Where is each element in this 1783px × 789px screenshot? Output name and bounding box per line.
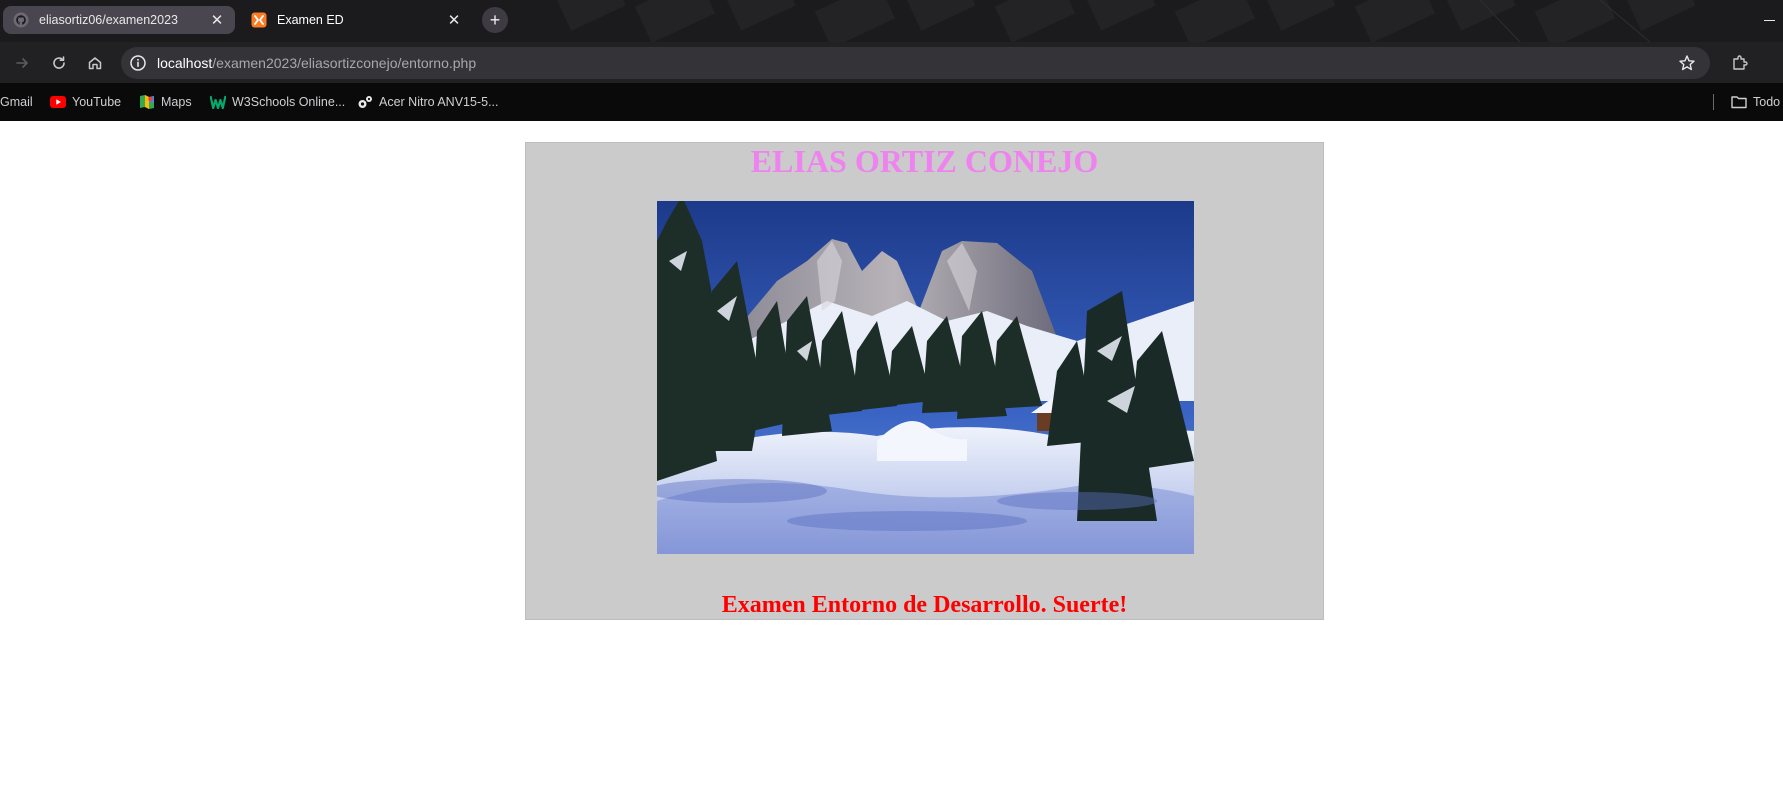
reload-icon[interactable] [46,50,72,76]
bookmark-youtube[interactable]: YouTube [50,92,121,112]
page-viewport: ELIAS ORTIZ CONEJO Examen Entorno de Des… [0,121,1783,789]
exam-message: Examen Entorno de Desarrollo. Suerte! [721,592,1128,618]
tab-github[interactable]: eliasortiz06/examen2023 ✕ [3,6,235,34]
bookmarks-bar: Gmail YouTube Maps W3Schools Online... A… [0,83,1783,121]
exam-panel: ELIAS ORTIZ CONEJO Examen Entorno de Des… [525,142,1324,620]
new-tab-button[interactable]: + [482,7,508,33]
toolbar: localhost/examen2023/eliasortizconejo/en… [0,42,1783,83]
address-bar[interactable]: localhost/examen2023/eliasortizconejo/en… [121,47,1710,79]
tab-title: Examen ED [277,13,344,27]
page-title: ELIAS ORTIZ CONEJO [750,143,1099,179]
github-icon [13,12,29,28]
home-icon[interactable] [82,50,108,76]
bookmark-label: Acer Nitro ANV15-5... [379,95,499,109]
bookmarks-divider [1713,94,1714,110]
tab-title: eliasortiz06/examen2023 [39,13,178,27]
bookmark-gmail[interactable]: Gmail [0,92,33,112]
extensions-puzzle-icon[interactable] [1727,50,1753,76]
close-icon[interactable]: ✕ [209,12,225,29]
minimize-window-button[interactable] [1759,10,1779,30]
bookmark-label: YouTube [72,95,122,109]
url-text: localhost/examen2023/eliasortizconejo/en… [157,55,477,71]
forward-arrow-icon[interactable] [9,50,35,76]
bookmark-label: Todo [1753,95,1781,109]
site-info-icon[interactable] [129,54,147,72]
xampp-icon [251,12,267,28]
bookmark-maps[interactable]: Maps [139,92,192,112]
maps-icon [139,94,155,110]
bookmark-folder-todo[interactable]: Todo [1731,92,1780,112]
youtube-icon [50,94,66,110]
bookmark-star-icon[interactable] [1678,54,1696,72]
bookmark-label: W3Schools Online... [232,95,346,109]
bookmark-acer[interactable]: Acer Nitro ANV15-5... [357,92,499,112]
w3schools-icon [210,94,226,110]
browser-window: eliasortiz06/examen2023 ✕ Examen ED ✕ + [0,0,1783,789]
mountain-landscape-image [657,201,1194,554]
close-icon[interactable]: ✕ [446,12,462,29]
tab-examen-ed[interactable]: Examen ED ✕ [241,6,472,34]
tab-strip: eliasortiz06/examen2023 ✕ Examen ED ✕ + [0,0,1783,42]
bookmark-w3schools[interactable]: W3Schools Online... [210,92,345,112]
acer-icon [357,94,373,110]
bookmark-label: Maps [161,95,192,109]
bookmark-label: Gmail [0,95,33,109]
folder-icon [1731,94,1747,110]
